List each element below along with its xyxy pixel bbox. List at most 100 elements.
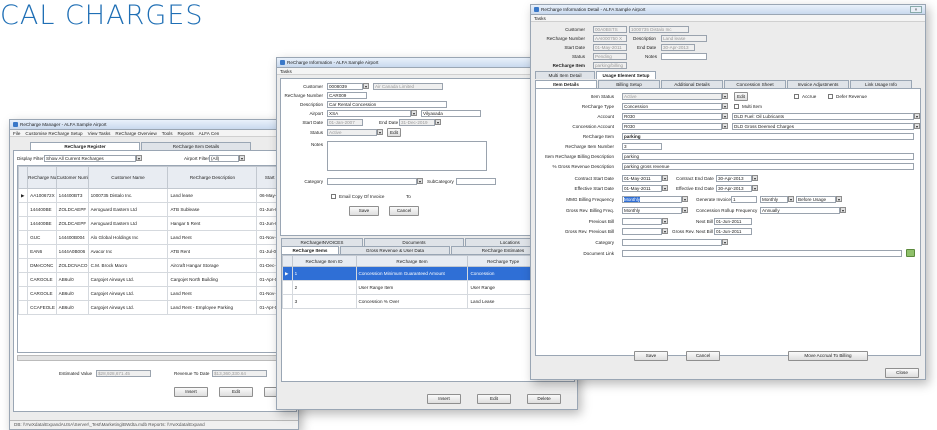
recharge-number-field[interactable]: CAR009 [327,92,367,99]
edit-status-button[interactable]: Edit [734,92,748,101]
table-row[interactable]: 144400BE ZOLDCAEPF Aeroguard Eastern Ltd Ha… [18,216,294,231]
close-button[interactable]: Close [885,368,919,378]
column-header[interactable]: ReCharge Type [467,255,539,267]
calendar-icon[interactable] [662,228,668,234]
calendar-icon[interactable] [752,175,758,181]
tab-recharge-items[interactable]: ReCharge Items [281,246,339,254]
subcategory-select[interactable] [456,178,496,185]
contract-end-field[interactable]: 30-Apr-2013 [716,175,752,182]
attach-icon[interactable] [906,249,915,257]
item-name-field[interactable]: parking [622,133,914,140]
row-selector[interactable] [18,202,29,217]
calendar-icon[interactable] [662,175,668,181]
category-select[interactable] [622,239,722,246]
tab-additional-details[interactable]: Additional Details [661,80,723,88]
accrue-checkbox[interactable] [794,94,799,99]
menu-tasks[interactable]: Tasks [534,16,546,21]
generate-count-field[interactable]: 1 [731,196,757,203]
end-date-field[interactable]: 31-Dec-2019 [399,119,435,126]
gross-freq-select[interactable]: Monthly [622,207,682,214]
table-row[interactable]: GUC 144400B004 Alo Global Holdings Inc Land… [18,230,294,245]
column-header[interactable]: Customer Name [87,166,169,189]
generate-unit-select[interactable]: Monthly [760,196,788,203]
calendar-icon[interactable] [752,185,758,191]
menu-tools[interactable]: Tools [162,131,173,136]
row-selector[interactable] [18,230,29,245]
table-row[interactable]: CARGOLE AB6u/0 Cargojet Airways Ltd. Land R… [18,286,294,301]
tab-link-usage[interactable]: Link Usage Info [850,80,912,88]
menu-view-tasks[interactable]: View Tasks [88,131,111,136]
chevron-down-icon[interactable] [788,196,794,202]
chevron-down-icon[interactable] [836,196,842,202]
type-select[interactable]: Concession [622,103,722,110]
column-header[interactable]: ReCharge Item [355,255,469,267]
row-selector[interactable] [18,272,29,287]
billing-desc-field[interactable]: parking [622,153,914,160]
contract-start-field[interactable]: 01-May-2011 [622,175,662,182]
horizontal-scrollbar[interactable] [17,355,295,361]
email-copy-checkbox[interactable] [331,194,336,199]
chevron-down-icon[interactable] [722,93,728,99]
doc-link-field[interactable] [622,250,902,257]
tab-documents[interactable]: Documents [364,238,464,246]
save-button[interactable]: Save [634,351,668,361]
tab-invoice-adjustments[interactable]: Invoice Adjustments [787,80,849,88]
concession-desc-select[interactable]: DLD Gross Deemed Charges [732,123,914,130]
tab-invoices[interactable]: ReChargeINVOICES [281,238,363,246]
row-selector[interactable]: ▶ [18,188,29,203]
chevron-down-icon[interactable] [411,110,417,116]
menu-reports[interactable]: Reports [178,131,194,136]
close-icon[interactable]: × [910,6,922,13]
cancel-button[interactable]: Cancel [686,351,720,361]
row-selector[interactable] [18,300,29,315]
row-selector[interactable] [18,286,29,301]
concession-code-select[interactable]: R030 [622,123,722,130]
notes-field[interactable] [661,53,707,60]
gross-next-field[interactable]: 01-Jun-2011 [714,228,752,235]
edit-button[interactable]: Edit [477,394,511,404]
chevron-down-icon[interactable] [417,178,423,184]
multi-item-checkbox[interactable] [734,104,739,109]
row-selector[interactable] [18,258,29,273]
table-row[interactable]: CCAFEOLE AB6u/0 Cargojet Airways Ltd. Land … [18,300,294,315]
menu-alfa[interactable]: ALFA Cen [199,131,220,136]
tab-billing-setup[interactable]: Billing Setup [598,80,660,88]
gross-prev-field[interactable] [622,228,662,235]
menu-file[interactable]: File [13,131,20,136]
column-header[interactable]: ReCharge Description [167,166,258,189]
airport-name-field[interactable]: Vilyaxada [421,110,481,117]
tab-item-details[interactable]: ReCharge Item Details [141,142,251,150]
column-header[interactable]: ReCharge Number [27,166,57,189]
row-selector[interactable] [282,280,293,295]
generate-mode-select[interactable]: Before Usage [796,196,836,203]
table-row[interactable]: EAN6 1444A0B006 Avacor Inc ATB Rent 01-Jul-0… [18,244,294,259]
eff-end-field[interactable]: 30-Apr-2013 [716,185,752,192]
chevron-down-icon[interactable] [722,113,728,119]
save-button[interactable]: Save [349,206,379,216]
conc-rollup-select[interactable]: Annually [760,207,840,214]
chevron-down-icon[interactable] [363,83,369,89]
category-select[interactable] [327,178,417,185]
calendar-icon[interactable] [435,119,441,125]
menu-overview[interactable]: ReCharge Overview [115,131,156,136]
chevron-down-icon[interactable] [722,103,728,109]
delete-button[interactable]: Delete [527,394,561,404]
airport-select[interactable]: XSA [327,110,411,117]
start-date-field[interactable]: 01-Jan-2007 [327,119,363,126]
chevron-down-icon[interactable] [840,207,846,213]
cancel-button[interactable]: Cancel [389,206,419,216]
column-header[interactable]: Customer Number [55,166,89,189]
description-field[interactable]: Car Rental Concession [327,101,447,108]
edit-status-button[interactable]: Edit [387,128,401,137]
chevron-down-icon[interactable] [682,196,688,202]
eff-start-field[interactable]: 01-May-2011 [622,185,662,192]
menu-customise[interactable]: Customise ReCharge Setup [25,131,82,136]
tab-gross-revenue[interactable]: Gross Revenue & User Data [340,246,450,254]
gross-desc-field[interactable]: parking gross revenue [622,163,914,170]
chevron-down-icon[interactable] [914,113,920,119]
table-row[interactable]: DMeCONC ZOLDCNACO C.M. Brock Macro Aircraft… [18,258,294,273]
next-bill-field[interactable]: 01-Jun-2011 [714,218,752,225]
row-selector[interactable] [18,216,29,231]
tab-multi-item[interactable]: Multi Item Detail [535,71,595,79]
chevron-down-icon[interactable] [722,239,728,245]
